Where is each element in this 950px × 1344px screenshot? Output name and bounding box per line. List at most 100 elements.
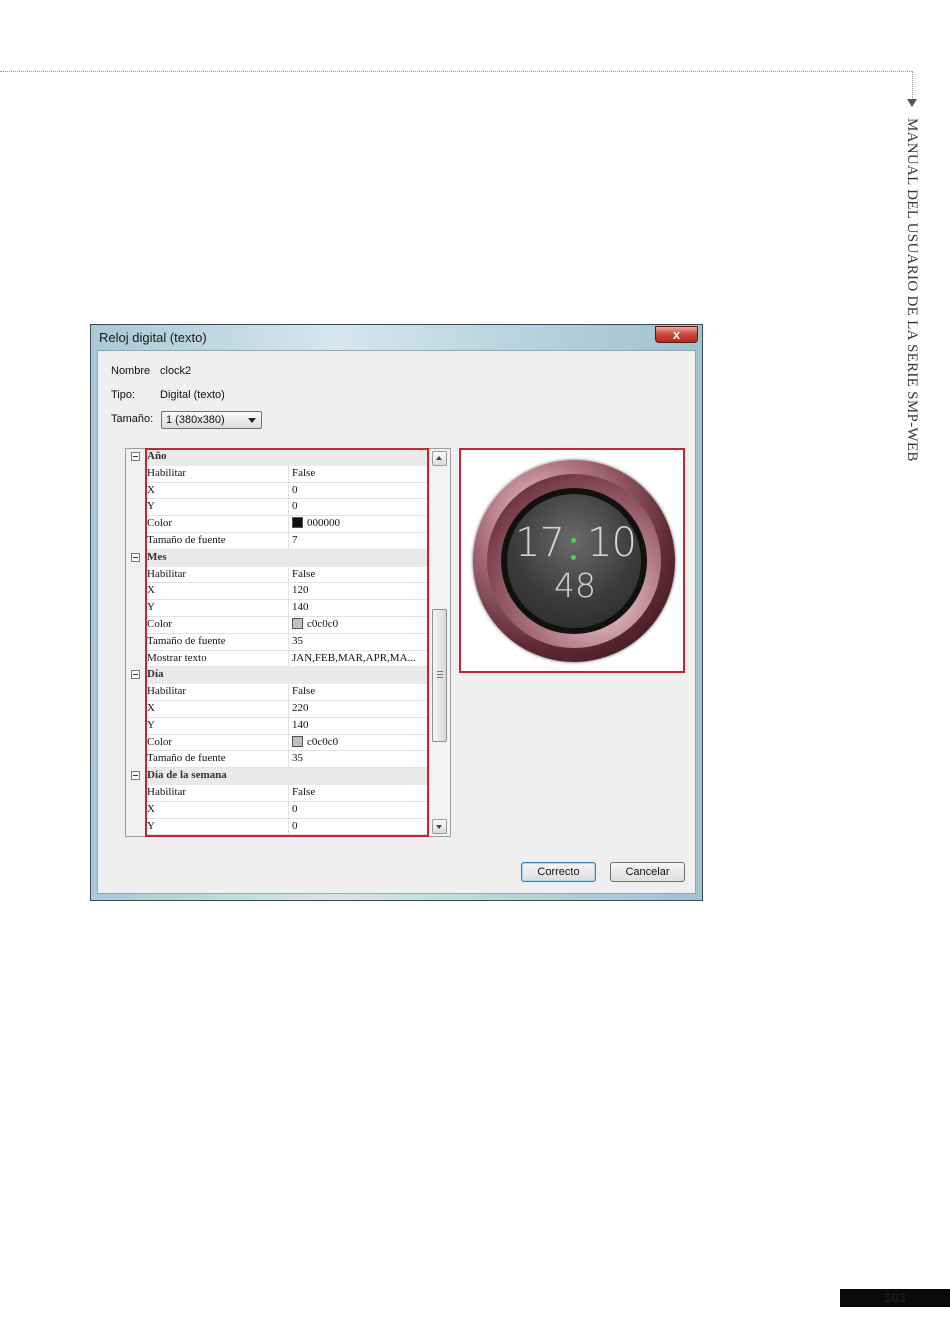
- arrow-down-icon: [907, 99, 917, 107]
- colon-dot-bottom: [571, 555, 576, 560]
- property-name: Habilitar: [147, 466, 187, 479]
- clock-icon: 17 10 48: [473, 460, 675, 662]
- property-value: c0c0c0: [307, 735, 339, 748]
- close-icon: x: [672, 327, 681, 342]
- property-value: 0: [292, 483, 298, 496]
- top-dotted-rule: [0, 71, 912, 72]
- property-row[interactable]: Tamaño de fuente 35: [146, 633, 428, 651]
- property-name: Y: [147, 718, 155, 731]
- tipo-label: Tipo:: [111, 389, 136, 401]
- category-title: Mes: [147, 550, 167, 563]
- property-row[interactable]: X 220: [146, 700, 428, 718]
- size-select[interactable]: 1 (380x380): [161, 411, 262, 429]
- property-name: Y: [147, 601, 155, 614]
- clock-minutes: 10: [587, 520, 637, 566]
- property-value: 0: [292, 802, 298, 815]
- property-row[interactable]: Y0: [146, 818, 428, 836]
- property-value: JAN,FEB,MAR,APR,MA...: [292, 651, 416, 664]
- property-row[interactable]: Color c0c0c0: [146, 616, 428, 634]
- scroll-down-button[interactable]: [432, 819, 447, 834]
- property-name: Tamaño de fuente: [147, 634, 226, 647]
- property-row[interactable]: Tamaño de fuente 7: [146, 532, 428, 550]
- property-name: X: [147, 802, 155, 815]
- ok-button[interactable]: Correcto: [521, 862, 596, 882]
- category-ano[interactable]: Año: [131, 449, 428, 466]
- color-swatch: [292, 617, 303, 629]
- property-name: Y: [147, 819, 155, 832]
- property-row[interactable]: Color c0c0c0: [146, 734, 428, 752]
- scroll-up-button[interactable]: [432, 451, 447, 466]
- property-row[interactable]: Tamaño de fuente 35: [146, 751, 428, 769]
- vertical-scrollbar[interactable]: [429, 449, 450, 836]
- property-name: Color: [147, 517, 173, 530]
- property-row[interactable]: Mostrar texto JAN,FEB,MAR,APR,MA...: [146, 650, 428, 668]
- property-value: 7: [292, 533, 298, 546]
- chevron-down-icon: [248, 418, 256, 423]
- category-title: Día de la semana: [147, 769, 227, 782]
- colon-dot-top: [571, 538, 576, 543]
- property-value: 140: [292, 718, 309, 731]
- property-row[interactable]: Color 000000: [146, 516, 428, 533]
- property-value: 140: [292, 601, 309, 614]
- dialog-client-area: Nombre clock2 Tipo: Digital (texto) Tama…: [97, 350, 696, 894]
- property-name: Color: [147, 617, 173, 630]
- property-row[interactable]: X0: [146, 801, 428, 819]
- property-row[interactable]: Y0: [146, 499, 428, 517]
- tipo-value: Digital (texto): [160, 389, 225, 401]
- property-value: False: [292, 567, 316, 580]
- manual-side-title: MANUAL DEL USUARIO DE LA SERIE SMP-WEB: [904, 118, 920, 462]
- page-number: 103: [840, 1289, 950, 1307]
- property-value: 220: [292, 701, 309, 714]
- property-row[interactable]: Habilitar False: [146, 684, 428, 701]
- property-row[interactable]: X0: [146, 482, 428, 500]
- property-name: Tamaño de fuente: [147, 533, 226, 546]
- property-name: Habilitar: [147, 567, 187, 580]
- property-value: 000000: [307, 517, 340, 530]
- size-select-value: 1 (380x380): [166, 414, 225, 426]
- collapse-icon[interactable]: [131, 771, 140, 781]
- side-dotted-rule: [912, 71, 913, 101]
- property-value: c0c0c0: [307, 617, 339, 630]
- collapse-icon[interactable]: [131, 670, 140, 680]
- category-dia[interactable]: Día: [131, 667, 428, 685]
- property-row[interactable]: Habilitar False: [146, 465, 428, 483]
- category-dia-semana[interactable]: Día de la semana: [131, 768, 428, 785]
- nombre-value: clock2: [160, 365, 192, 377]
- property-row[interactable]: Y 140: [146, 717, 428, 735]
- property-value: 35: [292, 752, 303, 765]
- property-name: Mostrar texto: [147, 651, 207, 664]
- property-name: X: [147, 584, 155, 597]
- property-name: Y: [147, 500, 155, 513]
- cancel-button[interactable]: Cancelar: [610, 862, 685, 882]
- arrow-up-icon: [436, 456, 442, 460]
- category-title: Año: [147, 450, 167, 462]
- dialog-titlebar[interactable]: Reloj digital (texto) x: [91, 325, 702, 349]
- dialog-title: Reloj digital (texto): [99, 330, 207, 345]
- color-swatch: [292, 735, 303, 747]
- grip-line: [437, 671, 443, 672]
- clock-seconds: 48: [554, 566, 596, 605]
- property-value: 0: [292, 819, 298, 832]
- property-value: False: [292, 785, 316, 798]
- property-rows: Año Habilitar False X0 Y0 Color 000000 Tam…: [131, 449, 428, 836]
- property-value: 35: [292, 634, 303, 647]
- collapse-icon[interactable]: [131, 452, 140, 461]
- grip-line: [437, 677, 443, 678]
- nombre-label: Nombre: [111, 365, 151, 377]
- property-name: Habilitar: [147, 785, 187, 798]
- arrow-down-icon: [436, 825, 442, 829]
- property-value: False: [292, 685, 316, 698]
- property-row[interactable]: Habilitar False: [146, 566, 428, 584]
- property-row[interactable]: Y 140: [146, 600, 428, 617]
- scroll-thumb[interactable]: [432, 609, 447, 742]
- grip-line: [437, 674, 443, 675]
- category-title: Día: [147, 668, 164, 681]
- property-name: Color: [147, 735, 173, 748]
- property-grid[interactable]: Año Habilitar False X0 Y0 Color 000000 Tam…: [125, 448, 451, 837]
- digital-clock-dialog: Reloj digital (texto) x Nombre clock2 Ti…: [90, 324, 703, 901]
- property-row[interactable]: Habilitar False: [146, 784, 428, 802]
- property-row[interactable]: X 120: [146, 583, 428, 601]
- collapse-icon[interactable]: [131, 552, 140, 562]
- category-mes[interactable]: Mes: [131, 549, 428, 567]
- close-button[interactable]: x: [655, 326, 698, 343]
